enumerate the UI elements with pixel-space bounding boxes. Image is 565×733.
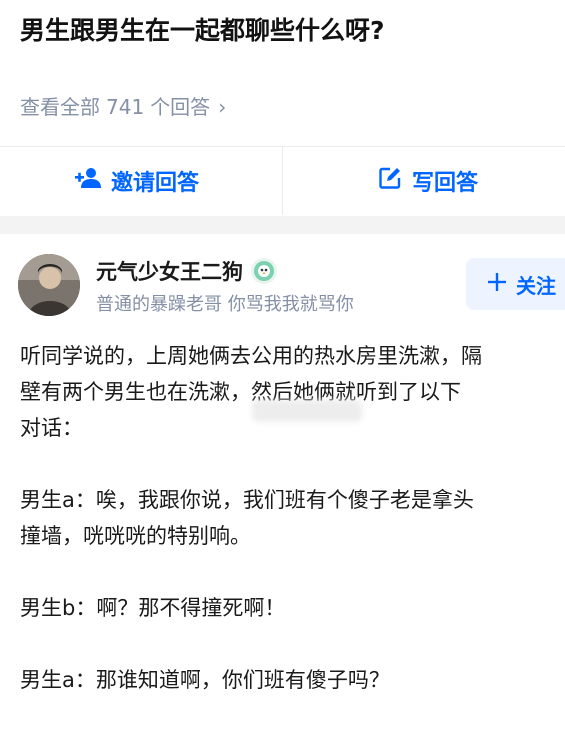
question-title: 男生跟男生在一起都聊些什么呀? [20, 16, 385, 45]
question-actions: 邀请回答 写回答 [0, 147, 565, 215]
author-bio: 普通的暴躁老哥 你骂我我就骂你 [96, 294, 354, 315]
plus-icon [488, 272, 506, 296]
answer-line-blank [20, 554, 565, 590]
avatar[interactable] [18, 254, 80, 316]
section-separator [0, 216, 565, 234]
answer-line-blank [20, 626, 565, 662]
add-user-icon [74, 167, 101, 195]
invite-answer-button[interactable]: 邀请回答 [0, 147, 282, 215]
answer-line: 听同学说的，上周她俩去公用的热水房里洗漱，隔 [20, 344, 482, 368]
author-name-row: 元气少女王二狗 [96, 256, 277, 286]
view-all-prefix: 查看全部 [20, 95, 100, 119]
write-answer-button[interactable]: 写回答 [283, 147, 565, 215]
view-all-answers-link[interactable]: 查看全部 741 个回答 › [20, 92, 226, 122]
answer-line-blank [20, 446, 565, 482]
answer-line: 男生b：啊？那不得撞死啊！ [20, 596, 286, 620]
answer-line: 男生a：那谁知道啊，你们班有傻子吗？ [20, 668, 390, 692]
view-all-suffix: 个回答 [150, 95, 211, 119]
invite-answer-label: 邀请回答 [110, 171, 199, 196]
blur-overlay [252, 400, 362, 422]
answer-line: 撞墙，咣咣咣的特别响。 [20, 524, 251, 548]
write-answer-label: 写回答 [411, 171, 478, 196]
answer-content: 听同学说的，上周她俩去公用的热水房里洗漱，隔 壁有两个男生也在洗漱，然后她俩就听… [20, 338, 565, 698]
chevron-right-icon: › [218, 95, 227, 119]
follow-label: 关注 [516, 273, 556, 298]
author-name[interactable]: 元气少女王二狗 [96, 256, 243, 286]
answer-author: 元气少女王二狗 普通的暴躁老哥 你骂我我就骂你 关注 [18, 252, 565, 318]
answer-count: 741 [106, 95, 145, 119]
verified-badge-icon [251, 258, 277, 284]
follow-button[interactable]: 关注 [466, 258, 565, 310]
answer-line: 男生a：唉，我跟你说，我们班有个傻子老是拿头 [20, 488, 474, 512]
edit-icon [378, 166, 402, 196]
